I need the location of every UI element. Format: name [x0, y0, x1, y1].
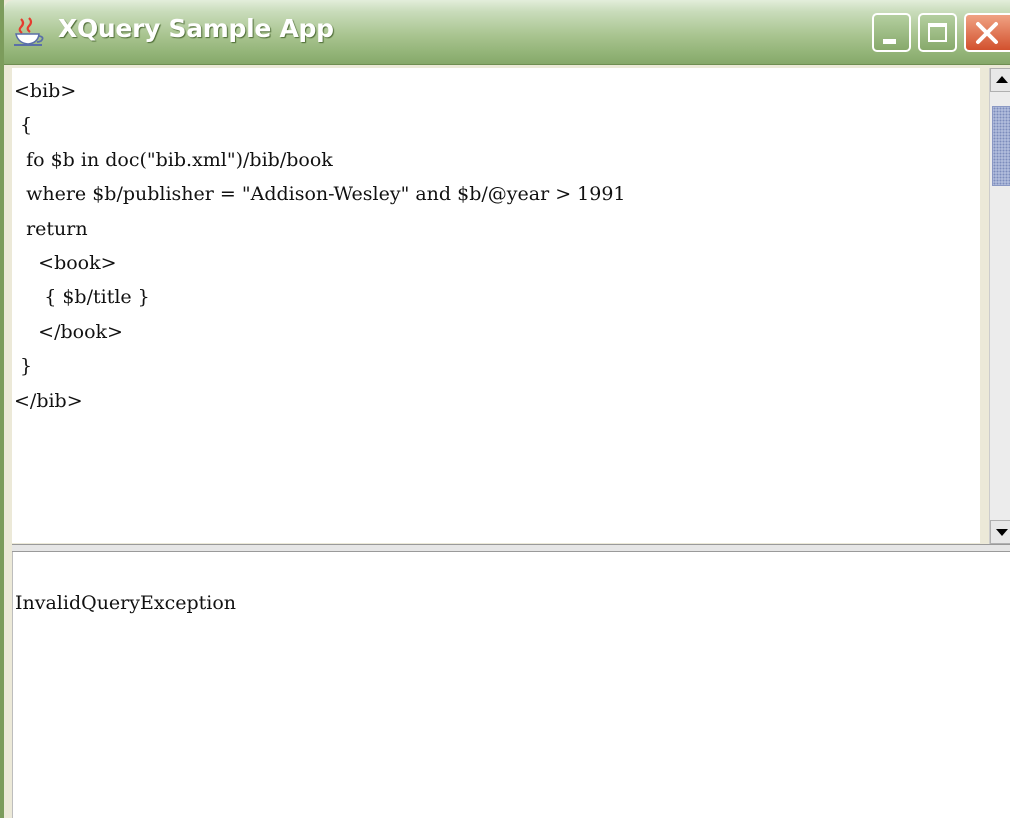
window-title: XQuery Sample App [58, 14, 334, 43]
code-line: } [14, 355, 33, 378]
minimize-icon [883, 39, 896, 44]
java-cup-icon [14, 17, 44, 46]
code-line: fo $b in doc("bib.xml")/bib/book [14, 148, 333, 171]
close-button[interactable] [964, 13, 1010, 52]
code-line: <book> [14, 252, 117, 275]
code-line: { $b/title } [14, 286, 150, 309]
query-editor[interactable]: <bib> { fo $b in doc("bib.xml")/bib/book… [12, 68, 980, 543]
minimize-button[interactable] [872, 13, 911, 52]
app-window: XQuery Sample App <bib> { fo $b in doc("… [0, 0, 1010, 818]
code-line: </book> [14, 320, 123, 343]
maximize-button[interactable] [918, 13, 957, 52]
title-bar[interactable]: XQuery Sample App [4, 0, 1010, 65]
maximize-icon [928, 23, 947, 42]
code-line: </bib> [14, 389, 83, 412]
scroll-up-button[interactable] [990, 68, 1010, 92]
scroll-down-button[interactable] [990, 520, 1010, 544]
code-line: where $b/publisher = "Addison-Wesley" an… [14, 183, 626, 206]
result-text: InvalidQueryException [15, 592, 237, 614]
arrow-up-icon [996, 76, 1008, 83]
close-icon [976, 22, 998, 44]
editor-scrollbar[interactable] [989, 68, 1010, 544]
code-line: { [14, 114, 33, 137]
arrow-down-icon [996, 529, 1008, 536]
code-line: return [14, 217, 88, 240]
code-line: <bib> [14, 80, 77, 102]
split-pane-divider[interactable] [12, 544, 1010, 552]
scroll-thumb[interactable] [992, 106, 1010, 186]
query-code[interactable]: <bib> { fo $b in doc("bib.xml")/bib/book… [12, 68, 980, 418]
result-output[interactable]: InvalidQueryException [12, 552, 1010, 818]
